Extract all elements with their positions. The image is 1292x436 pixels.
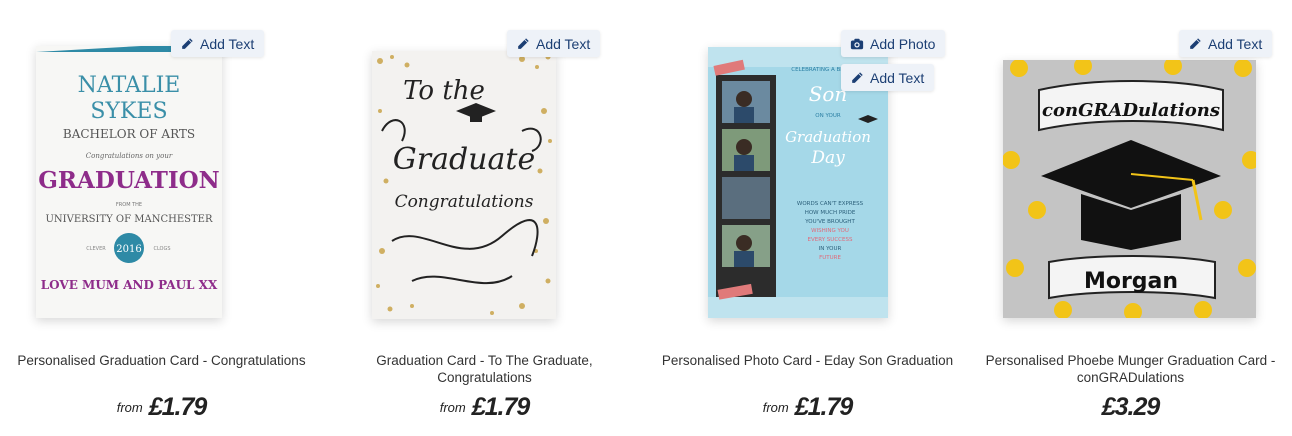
- card-text: SYKES: [90, 99, 167, 124]
- pencil-icon: [516, 37, 530, 51]
- product-price: from £1.79: [0, 393, 323, 422]
- product-title[interactable]: Graduation Card - To The Graduate, Congr…: [323, 352, 646, 386]
- card-text: 2016: [116, 244, 141, 255]
- product-image[interactable]: NATALIE SYKES BACHELOR OF ARTS Congratul…: [36, 46, 222, 318]
- product-title[interactable]: Personalised Phoebe Munger Graduation Ca…: [969, 352, 1292, 386]
- product-tile[interactable]: conGRADulations Morgan Add Text Personal…: [969, 0, 1292, 436]
- price-prefix: from: [116, 400, 143, 415]
- card-text: FUTURE: [819, 255, 841, 261]
- card-text: WORDS CAN'T EXPRESS: [797, 201, 864, 207]
- add-text-button[interactable]: Add Text: [841, 64, 935, 91]
- card-text: UNIVERSITY OF MANCHESTER: [46, 214, 213, 225]
- price-amount: £1.79: [794, 393, 854, 421]
- card-text: Congratulations: [395, 192, 534, 212]
- card-text: HOW MUCH PRIDE: [805, 210, 856, 216]
- card-text: YOU'VE BROUGHT: [804, 219, 855, 225]
- card-text: To the: [403, 76, 485, 106]
- add-text-label: Add Text: [200, 35, 255, 52]
- product-title[interactable]: Personalised Graduation Card - Congratul…: [0, 352, 323, 369]
- add-text-label: Add Text: [1208, 35, 1263, 52]
- add-text-button[interactable]: Add Text: [171, 30, 265, 57]
- card-text: Day: [810, 148, 845, 168]
- product-price: from £1.79: [323, 393, 646, 422]
- price-prefix: from: [762, 400, 789, 415]
- product-tile[interactable]: To the Graduate Congratulations Add Text…: [323, 0, 646, 436]
- add-text-button[interactable]: Add Text: [1179, 30, 1273, 57]
- add-text-label: Add Text: [536, 35, 591, 52]
- pencil-icon: [1188, 37, 1202, 51]
- add-text-label: Add Text: [870, 69, 925, 86]
- pencil-icon: [850, 71, 864, 85]
- card-text: BACHELOR OF ARTS: [63, 127, 195, 141]
- add-text-button[interactable]: Add Text: [507, 30, 601, 57]
- product-tile[interactable]: NATALIE SYKES BACHELOR OF ARTS Congratul…: [0, 0, 323, 436]
- card-text: EVERY SUCCESS: [808, 237, 853, 243]
- card-text: WISHING YOU: [811, 228, 849, 234]
- card-text: GRADUATION: [38, 167, 219, 194]
- card-text: conGRADulations: [1042, 100, 1220, 121]
- product-price: from £1.79: [646, 393, 969, 422]
- add-photo-button[interactable]: Add Photo: [841, 30, 946, 57]
- card-artwork: conGRADulations Morgan: [1003, 60, 1256, 318]
- product-image[interactable]: To the Graduate Congratulations: [372, 51, 556, 319]
- card-text: Graduation: [785, 128, 871, 146]
- card-text: Graduate: [393, 142, 535, 177]
- pencil-icon: [180, 37, 194, 51]
- price-amount: £3.29: [1101, 393, 1161, 421]
- card-text: Congratulations on your: [86, 152, 173, 160]
- add-photo-label: Add Photo: [870, 35, 936, 52]
- price-amount: £1.79: [148, 393, 208, 421]
- card-text: NATALIE: [78, 73, 181, 98]
- product-price: £3.29: [969, 393, 1292, 422]
- card-artwork: To the Graduate Congratulations: [372, 51, 556, 319]
- card-text: LOVE MUM AND PAUL XX: [41, 278, 218, 292]
- product-tile[interactable]: CELEBRATING A BRILLIANT Son ON YOUR Grad…: [646, 0, 969, 436]
- card-text: FROM THE: [116, 202, 142, 208]
- product-image[interactable]: conGRADulations Morgan: [1003, 60, 1256, 318]
- card-text: IN YOUR: [819, 246, 842, 252]
- card-text: CLOGS: [153, 246, 170, 252]
- card-text: ON YOUR: [815, 113, 841, 119]
- price-amount: £1.79: [471, 393, 531, 421]
- camera-icon: [850, 37, 864, 51]
- card-text: Morgan: [1084, 269, 1178, 294]
- price-prefix: from: [439, 400, 466, 415]
- card-artwork: NATALIE SYKES BACHELOR OF ARTS Congratul…: [36, 46, 222, 318]
- product-title[interactable]: Personalised Photo Card - Eday Son Gradu…: [646, 352, 969, 369]
- card-text: CLEVER: [86, 246, 106, 252]
